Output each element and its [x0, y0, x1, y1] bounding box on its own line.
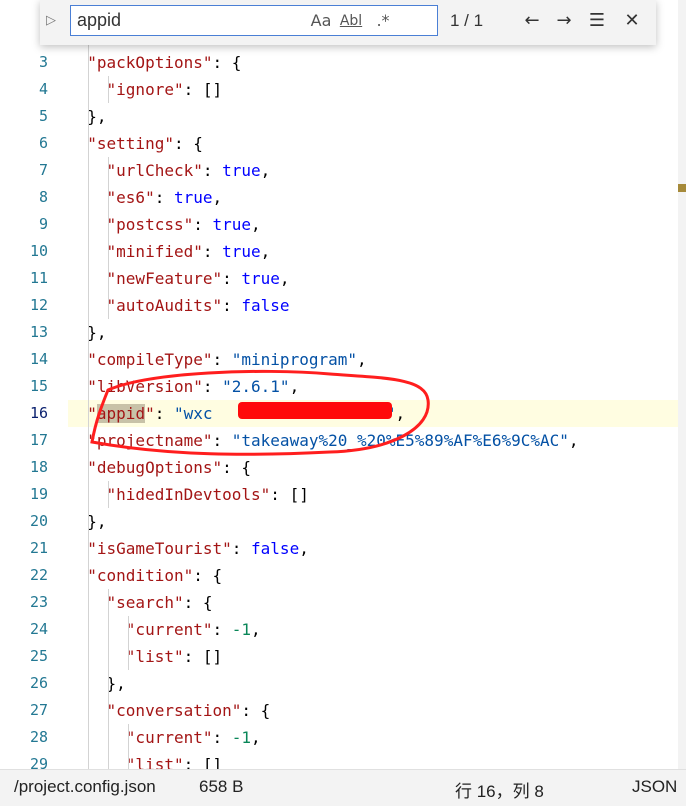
find-input[interactable] — [77, 8, 297, 33]
status-language-mode[interactable]: JSON — [632, 777, 677, 797]
regex-icon[interactable]: .* — [371, 11, 395, 33]
close-icon[interactable]: ✕ — [620, 9, 644, 33]
status-file-size: 658 B — [199, 777, 244, 796]
arrow-left-icon[interactable]: ← — [520, 9, 544, 33]
find-in-selection-icon[interactable]: ☰ — [585, 9, 609, 33]
status-file-path[interactable]: /project.config.json — [14, 777, 156, 797]
find-input-box[interactable]: Aa Abl .* — [70, 5, 438, 36]
match-count: 1 / 1 — [450, 11, 484, 30]
toggle-replace-chevron-icon[interactable]: ▷ — [46, 12, 62, 30]
arrow-right-icon[interactable]: → — [552, 9, 576, 33]
red-annotation-circle — [90, 369, 430, 456]
status-bar: /project.config.json 658 B 行 16，列 8 JSON — [0, 769, 686, 806]
status-cursor-position[interactable]: 行 16，列 8 — [455, 777, 544, 802]
whole-word-icon[interactable]: Abl — [337, 13, 365, 35]
match-case-icon[interactable]: Aa — [309, 11, 333, 33]
find-widget: ▷ Aa Abl .* 1 / 1 ← → ☰ ✕ — [40, 0, 656, 45]
